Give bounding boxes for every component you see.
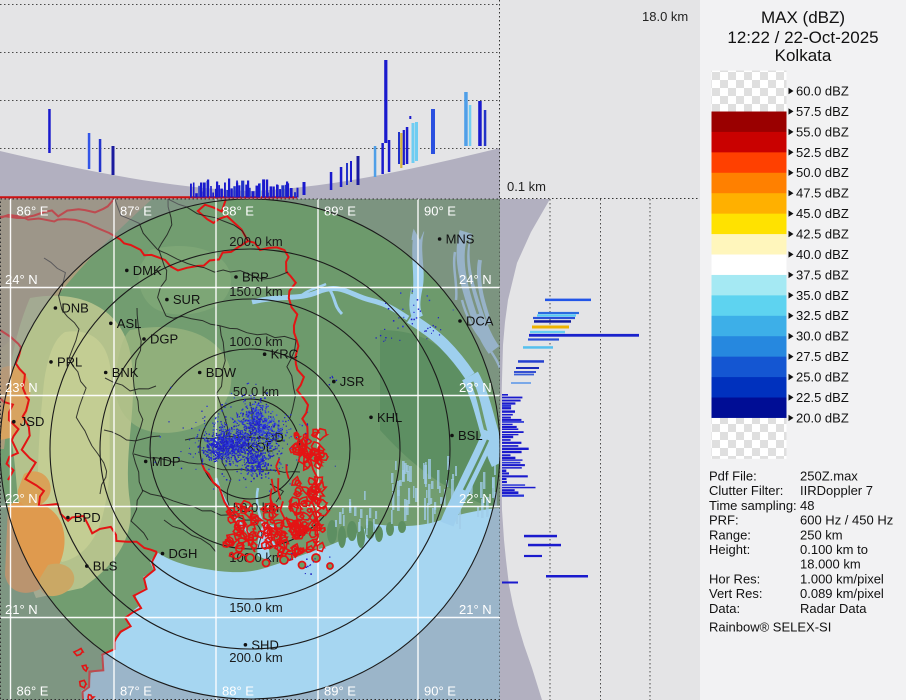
svg-text:ASL: ASL	[117, 316, 142, 331]
svg-text:Time sampling:: Time sampling:	[709, 498, 797, 513]
svg-text:Height:: Height:	[709, 542, 750, 557]
svg-text:50.0 dBZ: 50.0 dBZ	[796, 165, 849, 180]
svg-text:22° N: 22° N	[459, 491, 492, 506]
svg-text:BRP: BRP	[242, 270, 269, 285]
svg-text:89° E: 89° E	[324, 684, 356, 699]
svg-text:KHL: KHL	[377, 410, 402, 425]
svg-text:20.0 dBZ: 20.0 dBZ	[796, 410, 849, 425]
svg-text:42.5 dBZ: 42.5 dBZ	[796, 227, 849, 242]
svg-text:BSL: BSL	[458, 428, 483, 443]
svg-text:35.0 dBZ: 35.0 dBZ	[796, 288, 849, 303]
svg-text:BNK: BNK	[112, 365, 139, 380]
svg-text:Vert Res:: Vert Res:	[709, 586, 762, 601]
svg-text:50.0 km: 50.0 km	[233, 384, 279, 399]
svg-text:MAX (dBZ): MAX (dBZ)	[761, 8, 845, 27]
svg-text:BPD: BPD	[74, 510, 101, 525]
svg-text:37.5 dBZ: 37.5 dBZ	[796, 267, 849, 282]
svg-text:DNB: DNB	[61, 301, 88, 316]
svg-text:88° E: 88° E	[222, 204, 254, 219]
svg-text:86° E: 86° E	[17, 204, 49, 219]
svg-text:52.5 dBZ: 52.5 dBZ	[796, 145, 849, 160]
svg-text:200.0 km: 200.0 km	[229, 234, 282, 249]
svg-text:40.0 dBZ: 40.0 dBZ	[796, 247, 849, 262]
svg-text:27.5 dBZ: 27.5 dBZ	[796, 349, 849, 364]
svg-text:Clutter Filter:: Clutter Filter:	[709, 483, 783, 498]
svg-text:88° E: 88° E	[222, 684, 254, 699]
svg-text:24° N: 24° N	[459, 272, 492, 287]
svg-text:JSR: JSR	[340, 374, 365, 389]
svg-text:BLS: BLS	[93, 559, 118, 574]
svg-text:48: 48	[800, 498, 814, 513]
svg-text:Range:: Range:	[709, 527, 751, 542]
svg-text:Pdf File:: Pdf File:	[709, 469, 757, 484]
svg-text:30.0 dBZ: 30.0 dBZ	[796, 329, 849, 344]
svg-text:45.0 dBZ: 45.0 dBZ	[796, 206, 849, 221]
svg-text:MDP: MDP	[152, 454, 181, 469]
svg-text:18.0 km: 18.0 km	[642, 9, 688, 24]
svg-text:IIRDoppler 7: IIRDoppler 7	[800, 483, 873, 498]
svg-text:1.000 km/pixel: 1.000 km/pixel	[800, 571, 884, 586]
svg-text:MNS: MNS	[446, 232, 475, 247]
svg-text:24° N: 24° N	[5, 272, 38, 287]
svg-text:DGP: DGP	[150, 332, 178, 347]
svg-text:JSD: JSD	[20, 414, 45, 429]
svg-text:PRL: PRL	[57, 354, 82, 369]
svg-text:BDW: BDW	[206, 365, 237, 380]
svg-text:600 Hz / 450 Hz: 600 Hz / 450 Hz	[800, 513, 893, 528]
svg-text:250Z.max: 250Z.max	[800, 469, 858, 484]
svg-text:Kolkata: Kolkata	[775, 46, 832, 65]
svg-text:150.0 km: 150.0 km	[229, 600, 282, 615]
svg-text:22° N: 22° N	[5, 491, 38, 506]
svg-text:18.000 km: 18.000 km	[800, 557, 861, 572]
svg-text:60.0 dBZ: 60.0 dBZ	[796, 84, 849, 99]
svg-text:Rainbow® SELEX-SI: Rainbow® SELEX-SI	[709, 620, 831, 635]
svg-text:PRF:: PRF:	[709, 513, 739, 528]
svg-text:21° N: 21° N	[5, 602, 38, 617]
svg-text:90° E: 90° E	[424, 684, 456, 699]
svg-text:0.1 km: 0.1 km	[507, 179, 546, 194]
svg-text:25.0 dBZ: 25.0 dBZ	[796, 370, 849, 385]
svg-text:86° E: 86° E	[17, 684, 49, 699]
svg-text:250 km: 250 km	[800, 527, 843, 542]
svg-text:90° E: 90° E	[424, 204, 456, 219]
svg-text:Data:: Data:	[709, 601, 740, 616]
svg-text:DGH: DGH	[169, 546, 198, 561]
svg-text:87° E: 87° E	[120, 684, 152, 699]
svg-text:0.100 km to: 0.100 km to	[800, 542, 868, 557]
svg-text:23° N: 23° N	[459, 380, 492, 395]
svg-text:SHD: SHD	[251, 637, 278, 652]
svg-text:21° N: 21° N	[459, 602, 492, 617]
svg-text:DCA: DCA	[466, 314, 494, 329]
svg-text:150.0 km: 150.0 km	[229, 284, 282, 299]
svg-text:Hor Res:: Hor Res:	[709, 571, 760, 586]
svg-text:55.0 dBZ: 55.0 dBZ	[796, 124, 849, 139]
svg-text:KRC: KRC	[271, 347, 298, 362]
svg-text:57.5 dBZ: 57.5 dBZ	[796, 104, 849, 119]
svg-text:SUR: SUR	[173, 292, 200, 307]
svg-text:32.5 dBZ: 32.5 dBZ	[796, 308, 849, 323]
svg-text:Radar Data: Radar Data	[800, 601, 867, 616]
svg-text:DMK: DMK	[133, 263, 162, 278]
svg-text:47.5 dBZ: 47.5 dBZ	[796, 186, 849, 201]
svg-text:23° N: 23° N	[5, 380, 38, 395]
svg-text:87° E: 87° E	[120, 204, 152, 219]
svg-text:0.089 km/pixel: 0.089 km/pixel	[800, 586, 884, 601]
svg-text:22.5 dBZ: 22.5 dBZ	[796, 390, 849, 405]
svg-text:12:22 / 22-Oct-2025: 12:22 / 22-Oct-2025	[727, 28, 878, 47]
svg-text:89° E: 89° E	[324, 204, 356, 219]
